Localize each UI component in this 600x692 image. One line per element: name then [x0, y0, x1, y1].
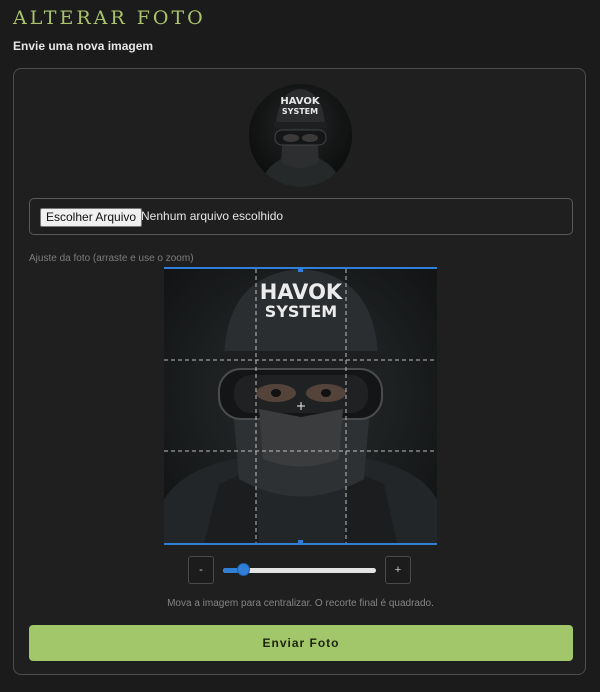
file-input[interactable]: Escolher Arquivo Nenhum arquivo escolhid…: [29, 198, 573, 235]
avatar-cap-text-1: HAVOK: [280, 96, 320, 107]
crop-photo[interactable]: HAVOK SYSTEM: [164, 269, 437, 543]
submit-photo-button[interactable]: Enviar Foto: [29, 625, 573, 661]
page-title: ALTERAR FOTO: [13, 7, 206, 29]
page-subtitle: Envie uma nova imagem: [13, 39, 154, 53]
crop-cap-text-1: HAVOK: [260, 280, 343, 304]
avatar-cap-text-2: SYSTEM: [282, 107, 318, 116]
choose-file-button[interactable]: Escolher Arquivo: [40, 208, 143, 227]
crop-cap-text-2: SYSTEM: [265, 302, 337, 321]
crop-label: Ajuste da foto (arraste e use o zoom): [29, 253, 194, 264]
crop-handle-bottom[interactable]: [298, 540, 303, 543]
zoom-slider-thumb[interactable]: [237, 563, 250, 576]
crop-hint: Mova a imagem para centralizar. O recort…: [167, 598, 434, 609]
photo-card: HAVOK SYSTEM Escolher Arquivo Nenhum arq…: [13, 68, 586, 675]
zoom-slider[interactable]: [223, 563, 376, 577]
file-status-text: Nenhum arquivo escolhido: [141, 209, 284, 223]
zoom-out-button[interactable]: -: [188, 556, 214, 584]
zoom-in-button[interactable]: +: [385, 556, 411, 584]
crop-area[interactable]: HAVOK SYSTEM: [164, 267, 437, 545]
crop-handle-top[interactable]: [298, 269, 303, 272]
avatar-photo: HAVOK SYSTEM: [249, 84, 352, 187]
avatar-preview: HAVOK SYSTEM: [249, 84, 352, 187]
